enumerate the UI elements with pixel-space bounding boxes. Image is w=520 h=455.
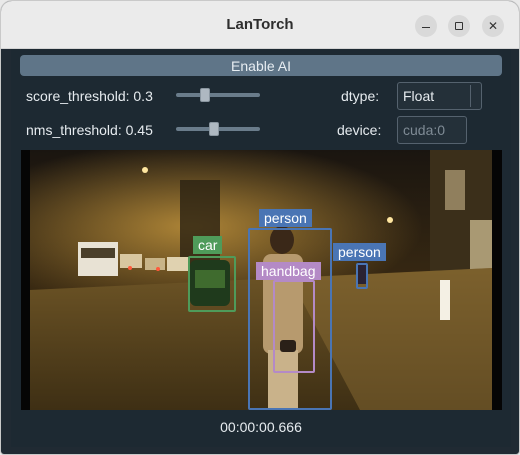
- video-scene: car person person handbag: [30, 150, 492, 410]
- detection-person-label: person: [259, 209, 312, 227]
- video-frame[interactable]: car person person handbag: [21, 150, 502, 410]
- detection-car-label: car: [193, 236, 223, 254]
- dtype-value: Float: [403, 88, 435, 104]
- maximize-icon: [455, 22, 463, 30]
- title-bar[interactable]: LanTorch ✕: [1, 1, 519, 49]
- detection-handbag-box: [273, 280, 315, 373]
- dtype-label: dtype:: [341, 88, 380, 104]
- device-label: device:: [337, 122, 382, 138]
- close-button[interactable]: ✕: [482, 15, 504, 37]
- minimize-icon: [422, 26, 430, 29]
- window-title: LanTorch: [226, 16, 294, 33]
- detection-person-distant-label: person: [333, 243, 386, 261]
- minimize-button[interactable]: [415, 15, 437, 37]
- playback-timestamp: 00:00:00.666: [220, 419, 302, 435]
- app-window: LanTorch ✕ Enable AI score_threshold: 0.…: [0, 0, 520, 455]
- detection-handbag-label: handbag: [256, 262, 321, 280]
- score-threshold-slider-handle[interactable]: [200, 88, 210, 102]
- enable-ai-button[interactable]: Enable AI: [20, 55, 502, 76]
- dtype-select-divider: [470, 85, 471, 107]
- device-value: cuda:0: [403, 122, 446, 138]
- detection-car-box: [188, 256, 236, 312]
- detection-person-distant-box: [356, 263, 368, 289]
- close-icon: ✕: [487, 19, 499, 33]
- score-threshold-slider-track[interactable]: [176, 93, 260, 97]
- nms-threshold-label: nms_threshold: 0.45: [26, 122, 153, 138]
- main-panel: Enable AI score_threshold: 0.3 dtype: Fl…: [11, 49, 511, 447]
- device-select[interactable]: cuda:0: [397, 116, 467, 144]
- dtype-select[interactable]: Float: [397, 82, 482, 110]
- nms-threshold-slider-handle[interactable]: [209, 122, 219, 136]
- maximize-button[interactable]: [448, 15, 470, 37]
- score-threshold-label: score_threshold: 0.3: [26, 88, 153, 104]
